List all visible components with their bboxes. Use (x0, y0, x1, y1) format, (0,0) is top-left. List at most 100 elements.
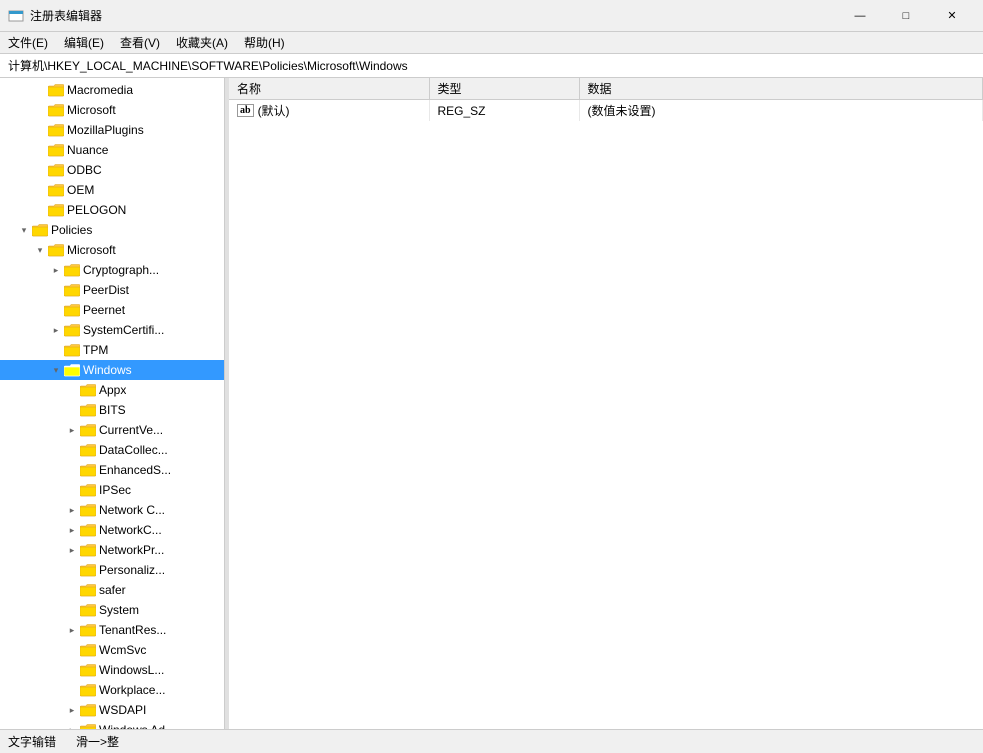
tree-label: Network C... (99, 503, 165, 517)
menu-favorites[interactable]: 收藏夹(A) (168, 32, 236, 53)
folder-icon (80, 383, 96, 397)
tree-item-tenantres[interactable]: ▸ TenantRes... (0, 620, 224, 640)
expand-icon[interactable]: ▸ (64, 502, 80, 518)
main-content: Macromedia Microsoft MozillaPlugins Nuan… (0, 78, 983, 729)
menu-help[interactable]: 帮助(H) (236, 32, 293, 53)
col-header-type[interactable]: 类型 (429, 78, 579, 100)
expand-spacer (48, 302, 64, 318)
folder-icon (80, 703, 96, 717)
tree-item-windowsl[interactable]: WindowsL... (0, 660, 224, 680)
table-row[interactable]: ab (默认) REG_SZ(数值未设置) (229, 100, 983, 122)
tree-item-networkc1[interactable]: ▸ Network C... (0, 500, 224, 520)
cell-name: ab (默认) (229, 100, 429, 122)
tree-label: Appx (99, 383, 126, 397)
tree-panel[interactable]: Macromedia Microsoft MozillaPlugins Nuan… (0, 78, 225, 729)
minimize-button[interactable]: — (837, 0, 883, 32)
expand-icon[interactable]: ▸ (64, 422, 80, 438)
tree-label: IPSec (99, 483, 131, 497)
expand-icon[interactable]: ▸ (64, 702, 80, 718)
expand-icon[interactable]: ▸ (64, 522, 80, 538)
folder-icon (80, 683, 96, 697)
folder-icon (48, 123, 64, 137)
tree-item-windows[interactable]: ▾ Windows (0, 360, 224, 380)
folder-icon (80, 523, 96, 537)
tree-label: DataCollec... (99, 443, 168, 457)
tree-item-oem[interactable]: OEM (0, 180, 224, 200)
expand-icon[interactable]: ▸ (64, 542, 80, 558)
tree-item-currentve[interactable]: ▸ CurrentVe... (0, 420, 224, 440)
tree-item-ipsec[interactable]: IPSec (0, 480, 224, 500)
tree-label: Macromedia (67, 83, 133, 97)
tree-label: CurrentVe... (99, 423, 163, 437)
tree-item-macromedia[interactable]: Macromedia (0, 80, 224, 100)
status-right: 滑一>整 (76, 733, 119, 750)
folder-icon (48, 103, 64, 117)
tree-item-microsoft2[interactable]: ▾ Microsoft (0, 240, 224, 260)
tree-item-bits[interactable]: BITS (0, 400, 224, 420)
right-panel: 名称 类型 数据 ab (默认) REG_SZ(数值未设置) (229, 78, 983, 729)
tree-item-networkc2[interactable]: ▸ NetworkC... (0, 520, 224, 540)
status-left: 文字输错 (8, 733, 56, 750)
tree-item-microsoft1[interactable]: Microsoft (0, 100, 224, 120)
expand-icon[interactable]: ▸ (64, 722, 80, 729)
expand-icon[interactable]: ▾ (16, 222, 32, 238)
cell-data: (数值未设置) (579, 100, 983, 122)
menu-file[interactable]: 文件(E) (0, 32, 56, 53)
tree-label: Microsoft (67, 103, 116, 117)
expand-icon[interactable]: ▾ (48, 362, 64, 378)
tree-label: Windows (83, 363, 132, 377)
tree-item-networkp[interactable]: ▸ NetworkPr... (0, 540, 224, 560)
tree-label: TPM (83, 343, 108, 357)
tree-item-tpm[interactable]: TPM (0, 340, 224, 360)
expand-icon[interactable]: ▸ (48, 262, 64, 278)
folder-icon (64, 343, 80, 357)
app-icon (8, 8, 24, 24)
tree-item-systemcertifi[interactable]: ▸ SystemCertifi... (0, 320, 224, 340)
expand-spacer (64, 462, 80, 478)
tree-item-peernet[interactable]: Peernet (0, 300, 224, 320)
tree-item-wcmsvc[interactable]: WcmSvc (0, 640, 224, 660)
tree-item-pelogon[interactable]: PELOGON (0, 200, 224, 220)
expand-spacer (32, 182, 48, 198)
tree-item-policies[interactable]: ▾ Policies (0, 220, 224, 240)
folder-icon (48, 163, 64, 177)
expand-spacer (48, 342, 64, 358)
tree-item-peerdist[interactable]: PeerDist (0, 280, 224, 300)
tree-item-nuance[interactable]: Nuance (0, 140, 224, 160)
menu-edit[interactable]: 编辑(E) (56, 32, 112, 53)
tree-item-cryptography[interactable]: ▸ Cryptograph... (0, 260, 224, 280)
expand-icon[interactable]: ▾ (32, 242, 48, 258)
tree-item-workplace[interactable]: Workplace... (0, 680, 224, 700)
menu-bar: 文件(E) 编辑(E) 查看(V) 收藏夹(A) 帮助(H) (0, 32, 983, 54)
tree-item-datacollec[interactable]: DataCollec... (0, 440, 224, 460)
expand-icon[interactable]: ▸ (48, 322, 64, 338)
tree-item-enhanceds[interactable]: EnhancedS... (0, 460, 224, 480)
folder-icon (80, 503, 96, 517)
registry-table[interactable]: 名称 类型 数据 ab (默认) REG_SZ(数值未设置) (229, 78, 983, 729)
expand-icon[interactable]: ▸ (64, 622, 80, 638)
tree-label: Cryptograph... (83, 263, 159, 277)
expand-spacer (32, 122, 48, 138)
tree-label: TenantRes... (99, 623, 166, 637)
col-header-data[interactable]: 数据 (579, 78, 983, 100)
folder-icon (80, 563, 96, 577)
tree-item-personaliz[interactable]: Personaliz... (0, 560, 224, 580)
folder-icon (64, 263, 80, 277)
folder-icon (80, 403, 96, 417)
tree-item-appx[interactable]: Appx (0, 380, 224, 400)
tree-label: Workplace... (99, 683, 165, 697)
tree-item-mozillaplugins[interactable]: MozillaPlugins (0, 120, 224, 140)
col-header-name[interactable]: 名称 (229, 78, 429, 100)
maximize-button[interactable]: □ (883, 0, 929, 32)
tree-label: WcmSvc (99, 643, 146, 657)
folder-icon (80, 583, 96, 597)
tree-item-safer[interactable]: safer (0, 580, 224, 600)
window-title: 注册表编辑器 (30, 7, 837, 24)
tree-item-odbc[interactable]: ODBC (0, 160, 224, 180)
tree-item-wsdapi[interactable]: ▸ WSDAPI (0, 700, 224, 720)
tree-item-system[interactable]: System (0, 600, 224, 620)
menu-view[interactable]: 查看(V) (112, 32, 168, 53)
tree-label: Peernet (83, 303, 125, 317)
tree-item-windowsad[interactable]: ▸ Windows Ad... (0, 720, 224, 729)
close-button[interactable]: ✕ (929, 0, 975, 32)
